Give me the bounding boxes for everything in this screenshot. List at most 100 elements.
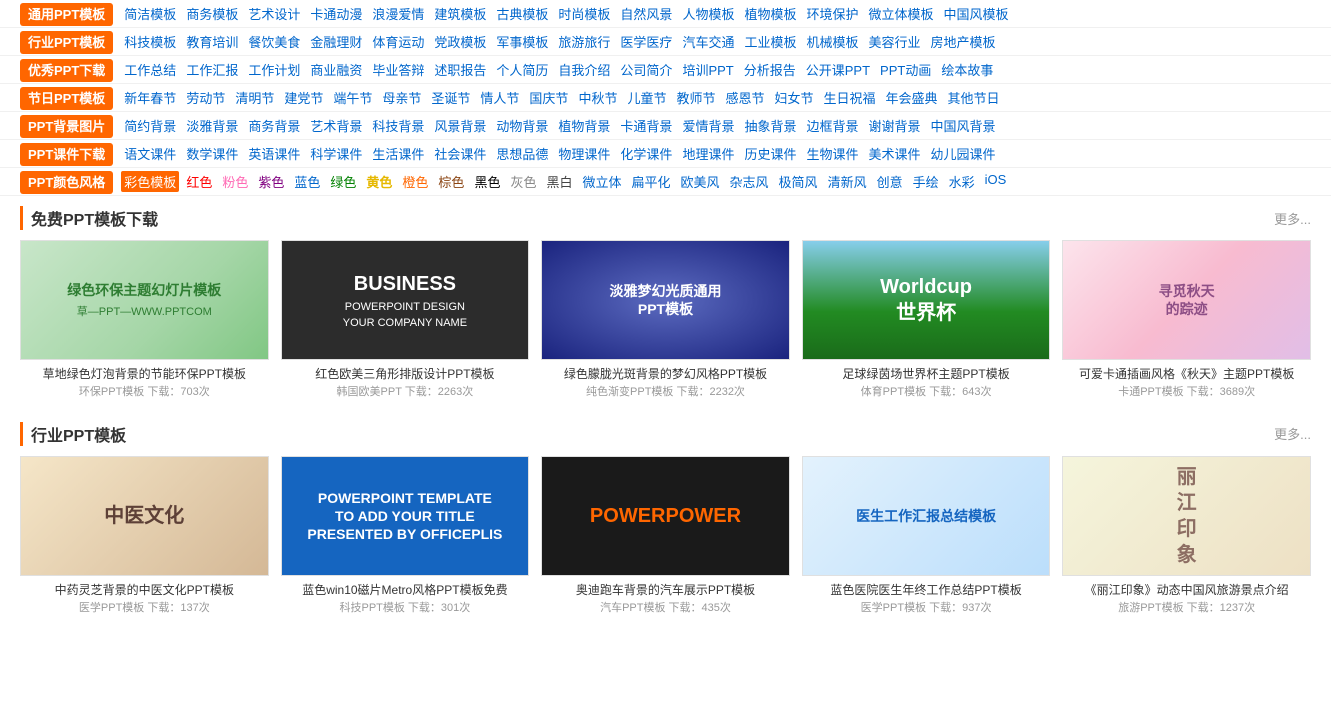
nav-link-0-0[interactable]: 简洁模板 — [121, 3, 179, 24]
nav-link-1-8[interactable]: 医学医疗 — [617, 31, 675, 52]
nav-link-4-4[interactable]: 科技背景 — [369, 115, 427, 136]
nav-link-1-3[interactable]: 金融理财 — [307, 31, 365, 52]
nav-link-1-9[interactable]: 汽车交通 — [679, 31, 737, 52]
nav-link-2-13[interactable]: 绘本故事 — [938, 59, 996, 80]
nav-link-4-5[interactable]: 风景背景 — [431, 115, 489, 136]
nav-link-0-4[interactable]: 浪漫爱情 — [369, 3, 427, 24]
industry-more-link[interactable]: 更多... — [1274, 424, 1311, 443]
nav-link-3-16[interactable]: 其他节日 — [945, 87, 1003, 108]
nav-link-0-10[interactable]: 植物模板 — [741, 3, 799, 24]
nav-link-3-15[interactable]: 年会盛典 — [883, 87, 941, 108]
nav-link-4-0[interactable]: 简约背景 — [121, 115, 179, 136]
nav-link-2-12[interactable]: PPT动画 — [877, 59, 934, 80]
nav-link-2-10[interactable]: 分析报告 — [741, 59, 799, 80]
nav-link-4-9[interactable]: 爱情背景 — [679, 115, 737, 136]
nav-link-0-2[interactable]: 艺术设计 — [245, 3, 303, 24]
nav-link-2-7[interactable]: 自我介绍 — [555, 59, 613, 80]
nav-link-2-9[interactable]: 培训PPT — [679, 59, 736, 80]
nav-link-4-6[interactable]: 动物背景 — [493, 115, 551, 136]
nav-link-4-1[interactable]: 淡雅背景 — [183, 115, 241, 136]
nav-link-4-12[interactable]: 谢谢背景 — [865, 115, 923, 136]
nav-link-1-2[interactable]: 餐饮美食 — [245, 31, 303, 52]
nav-link-4-13[interactable]: 中国风背景 — [928, 115, 999, 136]
nav-link-3-3[interactable]: 建党节 — [281, 87, 326, 108]
nav-link-0-7[interactable]: 时尚模板 — [555, 3, 613, 24]
nav-link-1-12[interactable]: 美容行业 — [865, 31, 923, 52]
nav-link-6-17[interactable]: 清新风 — [825, 171, 870, 192]
nav-link-5-9[interactable]: 地理课件 — [679, 143, 737, 164]
nav-link-3-8[interactable]: 国庆节 — [526, 87, 571, 108]
nav-link-6-9[interactable]: 黑色 — [471, 171, 503, 192]
nav-link-2-5[interactable]: 述职报告 — [431, 59, 489, 80]
nav-link-3-0[interactable]: 新年春节 — [121, 87, 179, 108]
nav-link-0-9[interactable]: 人物模板 — [679, 3, 737, 24]
nav-label-4[interactable]: PPT背景图片 — [20, 115, 113, 138]
nav-link-1-4[interactable]: 体育运动 — [369, 31, 427, 52]
nav-link-6-2[interactable]: 粉色 — [219, 171, 251, 192]
nav-link-1-1[interactable]: 教育培训 — [183, 31, 241, 52]
nav-link-5-6[interactable]: 思想品德 — [493, 143, 551, 164]
nav-link-6-18[interactable]: 创意 — [874, 171, 906, 192]
nav-link-6-21[interactable]: iOS — [982, 171, 1010, 192]
nav-link-5-7[interactable]: 物理课件 — [555, 143, 613, 164]
nav-link-5-8[interactable]: 化学课件 — [617, 143, 675, 164]
nav-label-1[interactable]: 行业PPT模板 — [20, 31, 113, 54]
nav-label-3[interactable]: 节日PPT模板 — [20, 87, 113, 110]
nav-link-4-11[interactable]: 边框背景 — [803, 115, 861, 136]
nav-link-3-1[interactable]: 劳动节 — [183, 87, 228, 108]
nav-link-4-7[interactable]: 植物背景 — [555, 115, 613, 136]
nav-link-6-8[interactable]: 棕色 — [435, 171, 467, 192]
template-item-i5[interactable]: 丽江印象《丽江印象》动态中国风旅游景点介绍旅游PPT模板 下载：1237次 — [1062, 456, 1311, 618]
template-item-t4[interactable]: Worldcup世界杯足球绿茵场世界杯主题PPT模板体育PPT模板 下载：643… — [802, 240, 1051, 402]
nav-link-2-1[interactable]: 工作汇报 — [183, 59, 241, 80]
nav-link-0-1[interactable]: 商务模板 — [183, 3, 241, 24]
template-item-t3[interactable]: 淡雅梦幻光质通用PPT模板绿色朦胧光斑背景的梦幻风格PPT模板纯色渐变PPT模板… — [541, 240, 790, 402]
nav-link-1-5[interactable]: 党政模板 — [431, 31, 489, 52]
nav-link-6-15[interactable]: 杂志风 — [727, 171, 772, 192]
nav-link-6-16[interactable]: 极简风 — [776, 171, 821, 192]
template-item-i4[interactable]: 医生工作汇报总结模板蓝色医院医生年终工作总结PPT模板医学PPT模板 下载：93… — [802, 456, 1051, 618]
nav-link-0-12[interactable]: 微立体模板 — [865, 3, 936, 24]
nav-link-6-7[interactable]: 橙色 — [399, 171, 431, 192]
nav-link-0-11[interactable]: 环境保护 — [803, 3, 861, 24]
nav-link-3-2[interactable]: 清明节 — [232, 87, 277, 108]
nav-link-6-13[interactable]: 扁平化 — [629, 171, 674, 192]
nav-link-1-10[interactable]: 工业模板 — [741, 31, 799, 52]
nav-link-4-10[interactable]: 抽象背景 — [741, 115, 799, 136]
nav-link-1-0[interactable]: 科技模板 — [121, 31, 179, 52]
nav-link-2-11[interactable]: 公开课PPT — [803, 59, 873, 80]
template-item-t2[interactable]: BUSINESSPOWERPOINT DESIGNYOUR COMPANY NA… — [281, 240, 530, 402]
template-item-t5[interactable]: 寻觅秋天的踪迹可爱卡通插画风格《秋天》主题PPT模板卡通PPT模板 下载：368… — [1062, 240, 1311, 402]
nav-link-1-11[interactable]: 机械模板 — [803, 31, 861, 52]
template-item-i3[interactable]: POWERPOWER奥迪跑车背景的汽车展示PPT模板汽车PPT模板 下载：435… — [541, 456, 790, 618]
nav-link-3-12[interactable]: 感恩节 — [722, 87, 767, 108]
nav-link-5-1[interactable]: 数学课件 — [183, 143, 241, 164]
nav-link-0-8[interactable]: 自然风景 — [617, 3, 675, 24]
nav-label-2[interactable]: 优秀PPT下载 — [20, 59, 113, 82]
template-item-t1[interactable]: 绿色环保主题幻灯片模板草—PPT—WWW.PPTCOM草地绿色灯泡背景的节能环保… — [20, 240, 269, 402]
nav-link-6-14[interactable]: 欧美风 — [678, 171, 723, 192]
nav-link-2-2[interactable]: 工作计划 — [245, 59, 303, 80]
template-item-i2[interactable]: POWERPOINT TEMPLATETO ADD YOUR TITLEPRES… — [281, 456, 530, 618]
nav-link-6-3[interactable]: 紫色 — [255, 171, 287, 192]
template-item-i1[interactable]: 中医文化中药灵芝背景的中医文化PPT模板医学PPT模板 下载：137次 — [20, 456, 269, 618]
nav-link-5-2[interactable]: 英语课件 — [245, 143, 303, 164]
nav-link-2-3[interactable]: 商业融资 — [307, 59, 365, 80]
nav-link-3-14[interactable]: 生日祝福 — [821, 87, 879, 108]
nav-link-2-4[interactable]: 毕业答辩 — [369, 59, 427, 80]
nav-link-4-3[interactable]: 艺术背景 — [307, 115, 365, 136]
nav-link-6-12[interactable]: 微立体 — [579, 171, 624, 192]
nav-link-5-12[interactable]: 美术课件 — [865, 143, 923, 164]
nav-link-1-6[interactable]: 军事模板 — [493, 31, 551, 52]
nav-link-6-6[interactable]: 黄色 — [363, 171, 395, 192]
nav-link-6-20[interactable]: 水彩 — [946, 171, 978, 192]
nav-link-3-5[interactable]: 母亲节 — [379, 87, 424, 108]
nav-label-6[interactable]: PPT颜色风格 — [20, 171, 113, 194]
nav-link-3-10[interactable]: 儿童节 — [624, 87, 669, 108]
nav-link-5-11[interactable]: 生物课件 — [803, 143, 861, 164]
free-more-link[interactable]: 更多... — [1274, 209, 1311, 228]
nav-link-3-4[interactable]: 端午节 — [330, 87, 375, 108]
nav-link-1-7[interactable]: 旅游旅行 — [555, 31, 613, 52]
nav-link-3-9[interactable]: 中秋节 — [575, 87, 620, 108]
nav-link-5-5[interactable]: 社会课件 — [431, 143, 489, 164]
